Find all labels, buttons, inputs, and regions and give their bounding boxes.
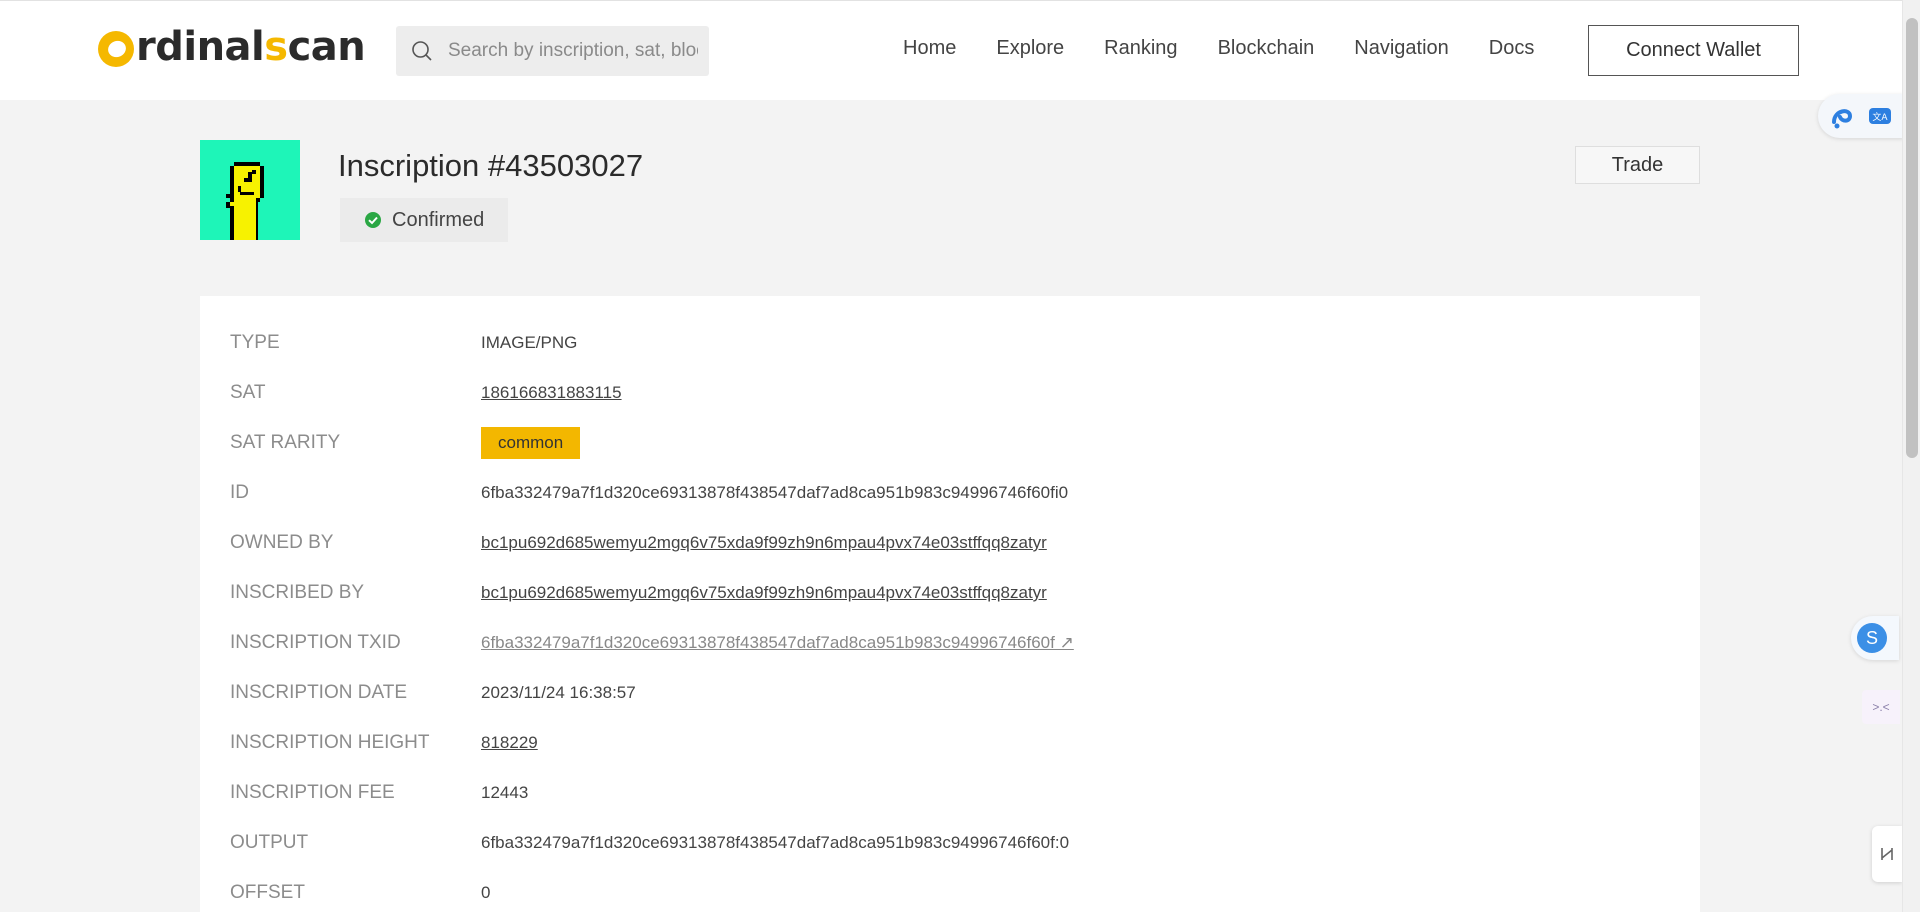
- detail-label: INSCRIPTION TXID: [230, 632, 401, 653]
- pixel-character-image: [200, 140, 300, 240]
- main-nav: Home Explore Ranking Blockchain Navigati…: [903, 37, 1574, 60]
- detail-label: SAT: [230, 382, 266, 403]
- owner-address-link[interactable]: bc1pu692d685wemyu2mgq6v75xda9f99zh9n6mpa…: [481, 533, 1047, 553]
- rarity-badge: common: [481, 427, 581, 459]
- detail-label: INSCRIBED BY: [230, 582, 365, 603]
- svg-text:文A: 文A: [1872, 111, 1888, 123]
- ordinalscan-logo[interactable]: rdinal s can: [98, 23, 366, 71]
- extension-logo-icon[interactable]: [1828, 102, 1856, 130]
- top-header: rdinalscan Home Explore Ranking Blockcha…: [0, 0, 1902, 100]
- extension-code-widget[interactable]: >.<: [1862, 690, 1900, 724]
- nav-explore[interactable]: Explore: [996, 37, 1064, 60]
- detail-label: INSCRIPTION HEIGHT: [230, 732, 430, 753]
- txid-external-link[interactable]: 6fba332479a7f1d320ce69313878f438547daf7a…: [481, 633, 1074, 653]
- extension-side-tab-icon[interactable]: [1872, 826, 1902, 882]
- logo-o-icon: [98, 31, 134, 67]
- connect-wallet-button[interactable]: Connect Wallet: [1588, 25, 1799, 76]
- search-icon: [412, 41, 432, 61]
- search-input[interactable]: [448, 40, 698, 62]
- detail-value: 6fba332479a7f1d320ce69313878f438547daf7a…: [481, 833, 1070, 852]
- logo-text-accent: s: [264, 24, 288, 70]
- nav-home[interactable]: Home: [903, 37, 956, 60]
- trade-button[interactable]: Trade: [1575, 146, 1700, 184]
- detail-label: TYPE: [230, 332, 280, 353]
- detail-value: 12443: [481, 783, 529, 802]
- page-title: Inscription #43503027: [338, 148, 644, 183]
- s-icon[interactable]: S: [1857, 623, 1887, 653]
- detail-value: 2023/11/24 16:38:57: [481, 683, 636, 702]
- block-height-link[interactable]: 818229: [481, 733, 538, 753]
- detail-label: OUTPUT: [230, 832, 309, 853]
- status-badge: Confirmed: [340, 198, 508, 242]
- nav-ranking[interactable]: Ranking: [1104, 37, 1177, 60]
- logo-text-suffix: can: [287, 24, 366, 70]
- detail-label: OWNED BY: [230, 532, 334, 553]
- search-box[interactable]: [396, 26, 709, 76]
- extension-toolbar[interactable]: 文A: [1818, 94, 1904, 138]
- nav-blockchain[interactable]: Blockchain: [1218, 37, 1315, 60]
- check-circle-icon: [365, 212, 381, 228]
- detail-value: 6fba332479a7f1d320ce69313878f438547daf7a…: [481, 483, 1069, 502]
- detail-label: ID: [230, 482, 249, 503]
- logo-text-prefix: rdinal: [136, 24, 265, 70]
- nav-docs[interactable]: Docs: [1489, 37, 1535, 60]
- page-scrollbar[interactable]: [1902, 0, 1920, 912]
- details-card: TYPE IMAGE/PNG SAT 186166831883115 SAT R…: [200, 296, 1700, 912]
- nav-navigation[interactable]: Navigation: [1354, 37, 1449, 60]
- detail-label: SAT RARITY: [230, 432, 341, 453]
- detail-label: INSCRIPTION DATE: [230, 682, 407, 703]
- detail-value: IMAGE/PNG: [481, 333, 578, 352]
- inscriber-address-link[interactable]: bc1pu692d685wemyu2mgq6v75xda9f99zh9n6mpa…: [481, 583, 1047, 603]
- slash-bracket-icon: [1881, 848, 1893, 860]
- inscription-image: [200, 140, 300, 240]
- detail-value: 0: [481, 883, 491, 902]
- status-text: Confirmed: [392, 208, 485, 231]
- translate-icon[interactable]: 文A: [1868, 106, 1892, 126]
- scrollbar-thumb[interactable]: [1906, 18, 1918, 458]
- detail-label: INSCRIPTION FEE: [230, 782, 395, 803]
- detail-label: OFFSET: [230, 882, 305, 903]
- extension-s-widget[interactable]: S: [1851, 616, 1899, 660]
- sat-link[interactable]: 186166831883115: [481, 383, 622, 403]
